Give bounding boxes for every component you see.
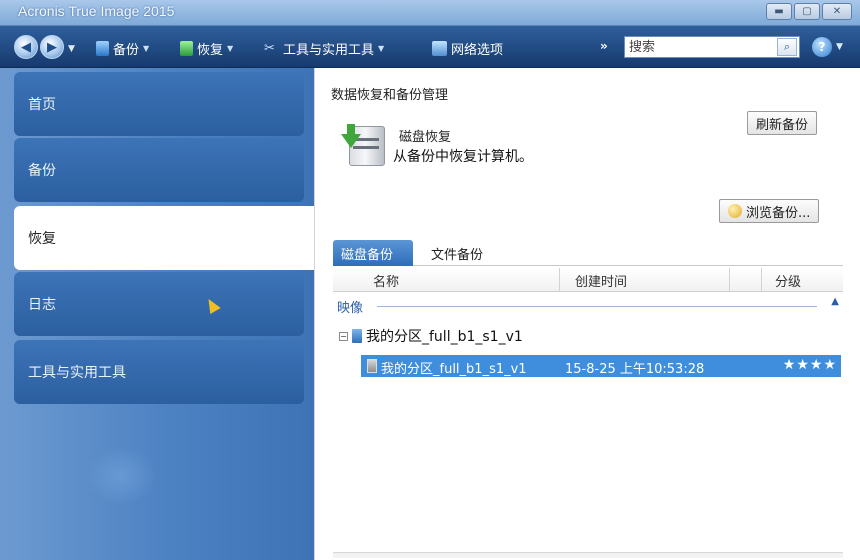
- row-created: 15-8-25 上午10:53:28: [565, 362, 705, 377]
- disk-restore-title: 磁盘恢复: [399, 130, 452, 145]
- column-header-created[interactable]: 创建时间: [575, 271, 627, 290]
- sidebar-item-log[interactable]: 日志: [14, 272, 304, 336]
- main-panel: 数据恢复和备份管理 磁盘恢复 从备份中恢复计算机。 刷新备份 浏览备份... 磁…: [314, 68, 860, 560]
- toolbar-backup-label: 备份: [113, 42, 140, 58]
- sidebar-item-label: 日志: [28, 297, 56, 313]
- horizontal-scrollbar[interactable]: [333, 552, 843, 558]
- drive-icon: [352, 329, 362, 343]
- tab-file-backup[interactable]: 文件备份: [423, 240, 491, 266]
- sidebar-item-tools[interactable]: 工具与实用工具: [14, 340, 304, 404]
- title-bar: Acronis True Image 2015 ▬ ▢ ✕: [0, 0, 860, 26]
- backup-file-icon: [367, 359, 377, 373]
- backup-icon: [96, 40, 109, 56]
- chevron-down-icon: ▼: [378, 43, 385, 53]
- table-header: 名称 创建时间 分级: [333, 268, 843, 292]
- window-controls: ▬ ▢ ✕: [766, 3, 852, 20]
- toolbar-network-label: 网络选项: [451, 42, 504, 58]
- toolbar-overflow-chevron[interactable]: »: [600, 39, 608, 53]
- column-header-rating[interactable]: 分级: [775, 271, 801, 290]
- help-icon[interactable]: ?: [812, 37, 832, 57]
- minimize-button[interactable]: ▬: [766, 3, 792, 20]
- column-header-name[interactable]: 名称: [373, 271, 399, 290]
- group-header-images[interactable]: 映像 ▲: [337, 296, 841, 316]
- sidebar: 首页 备份 恢复 日志 工具与实用工具: [0, 68, 314, 560]
- close-button[interactable]: ✕: [822, 3, 852, 20]
- toolbar-tools-label: 工具与实用工具: [283, 42, 375, 58]
- sidebar-item-backup[interactable]: 备份: [14, 138, 304, 202]
- page-title: 数据恢复和备份管理: [331, 88, 449, 103]
- refresh-backups-button[interactable]: 刷新备份: [747, 111, 818, 135]
- toolbar-backup-menu[interactable]: 备份 ▼: [96, 38, 149, 58]
- toolbar-restore-label: 恢复: [197, 42, 224, 58]
- collapse-icon[interactable]: −: [339, 331, 348, 341]
- back-arrow-icon[interactable]: ◀: [14, 35, 38, 59]
- forward-arrow-icon[interactable]: ▶: [40, 35, 64, 59]
- restore-icon: [180, 40, 193, 56]
- tools-icon: ✂: [264, 40, 275, 56]
- disk-restore-icon: [341, 118, 387, 168]
- group-label: 映像: [337, 297, 368, 316]
- toolbar-network-menu[interactable]: 网络选项: [432, 38, 503, 58]
- sidebar-item-recovery[interactable]: 恢复: [14, 206, 314, 270]
- window-title: Acronis True Image 2015: [18, 3, 175, 19]
- sidebar-item-label: 备份: [28, 163, 56, 179]
- chevron-down-icon: ▼: [227, 43, 234, 53]
- table-row[interactable]: 我的分区_full_b1_s1_v1 15-8-25 上午10:53:28 ★★…: [361, 355, 841, 377]
- sidebar-item-home[interactable]: 首页: [14, 72, 304, 136]
- network-icon: [432, 40, 447, 56]
- maximize-button[interactable]: ▢: [794, 3, 820, 20]
- main-toolbar: ◀ ▶ ▼ 备份 ▼ 恢复 ▼ ✂ 工具与实用工具 ▼ 网络选项 » ⌕ ? ▼: [0, 26, 860, 68]
- tab-disk-backup[interactable]: 磁盘备份: [333, 240, 413, 266]
- group-divider: [377, 306, 817, 307]
- help-dropdown-icon[interactable]: ▼: [836, 42, 843, 52]
- browse-icon: [728, 204, 742, 218]
- sidebar-item-label: 首页: [28, 97, 56, 113]
- sidebar-item-label: 恢复: [28, 231, 56, 247]
- search-input[interactable]: [625, 37, 775, 57]
- browse-backups-button[interactable]: 浏览备份...: [719, 199, 820, 223]
- browse-backups-label: 浏览备份...: [746, 205, 811, 221]
- toolbar-restore-menu[interactable]: 恢复 ▼: [180, 38, 233, 58]
- chevron-down-icon: ▼: [143, 43, 150, 53]
- toolbar-tools-menu[interactable]: ✂ 工具与实用工具 ▼: [264, 38, 384, 58]
- disk-restore-description: 从备份中恢复计算机。: [393, 149, 533, 165]
- search-icon[interactable]: ⌕: [777, 38, 797, 56]
- tree-node-label: 我的分区_full_b1_s1_v1: [366, 329, 523, 345]
- search-box: ⌕: [624, 36, 800, 58]
- row-name: 我的分区_full_b1_s1_v1: [381, 362, 527, 377]
- chevron-up-icon[interactable]: ▲: [831, 296, 839, 307]
- sidebar-item-label: 工具与实用工具: [28, 365, 126, 381]
- nav-history-dropdown-icon[interactable]: ▼: [68, 44, 75, 54]
- tree-node-partition[interactable]: − 我的分区_full_b1_s1_v1: [339, 326, 523, 346]
- row-rating-stars: ★★★★: [782, 357, 837, 373]
- sidebar-decoration: [86, 446, 156, 506]
- backup-tabs: 磁盘备份 文件备份: [333, 238, 843, 266]
